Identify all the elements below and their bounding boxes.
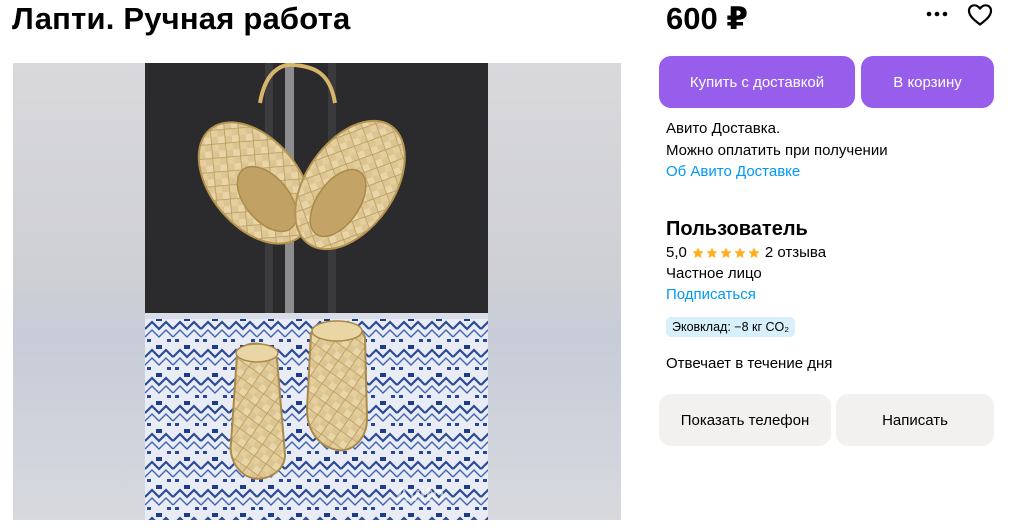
delivery-payment-note: Можно оплатить при получении: [666, 142, 888, 159]
star-icon: [734, 247, 746, 259]
write-message-button[interactable]: Написать: [836, 394, 994, 446]
delivery-info-link[interactable]: Об Авито Доставке: [666, 162, 800, 182]
seller-type: Частное лицо: [666, 265, 762, 282]
delivery-title: Авито Доставка.: [666, 120, 781, 137]
photo-gallery[interactable]: Avito: [13, 63, 621, 520]
listing-photo[interactable]: Avito: [145, 63, 488, 520]
star-icon: [720, 247, 732, 259]
listing-page: Лапти. Ручная работа 600 ₽ Avito Купить …: [0, 0, 1010, 530]
buy-with-delivery-button[interactable]: Купить с доставкой: [659, 56, 855, 108]
gallery-blur-right: [488, 63, 621, 520]
seller-name[interactable]: Пользователь: [666, 216, 808, 242]
gallery-watermark: Avito: [395, 484, 444, 506]
listing-price: 600 ₽: [666, 1, 748, 36]
star-icon: [706, 247, 718, 259]
gallery-blur-left: [13, 63, 145, 520]
rating-stars: [691, 246, 761, 260]
reviews-count[interactable]: 2 отзыва: [765, 243, 826, 263]
heart-outline-icon[interactable]: [964, 0, 996, 30]
subscribe-link[interactable]: Подписаться: [666, 285, 756, 305]
rating-value: 5,0: [666, 244, 687, 261]
seller-rating[interactable]: 5,0 2 отзыва: [666, 243, 826, 263]
more-dots-icon[interactable]: [922, 2, 952, 26]
show-phone-button[interactable]: Показать телефон: [659, 394, 831, 446]
response-time: Отвечает в течение дня: [666, 355, 833, 372]
eco-contribution-badge[interactable]: Эковклад: −8 кг CO₂: [666, 317, 796, 337]
listing-title: Лапти. Ручная работа: [12, 1, 351, 36]
add-to-cart-button[interactable]: В корзину: [861, 56, 994, 108]
star-icon: [692, 247, 704, 259]
star-icon: [748, 247, 760, 259]
